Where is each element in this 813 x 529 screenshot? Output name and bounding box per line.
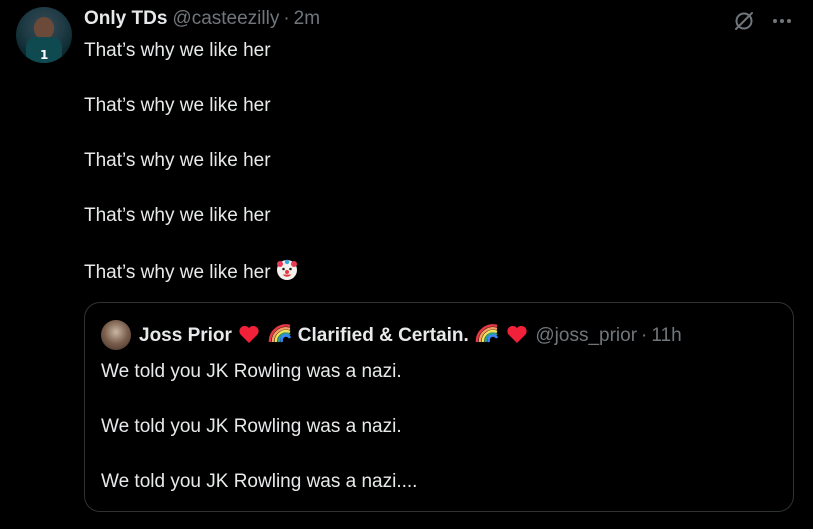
clown-face-emoji [275,258,299,290]
quoted-tweet-header: Joss Prior Clarified & Certain. @joss_pr… [139,323,682,349]
quoted-author-name-part1: Joss Prior [139,325,232,346]
tweet-text-line: That’s why we like her [84,40,271,61]
quoted-text-line: We told you JK Rowling was a nazi. [101,416,402,437]
avatar-head [34,17,54,39]
quoted-text-line: We told you JK Rowling was a nazi. [101,361,402,382]
header-separator: · [283,8,290,29]
tweet-text-line: That’s why we like her [84,150,271,171]
tweet[interactable]: 1 Only TDs @casteezilly · 2m That’s why … [0,0,813,529]
quoted-author-name-part2: Clarified & Certain. [297,325,469,346]
quoted-tweet-body: We told you JK Rowling was a nazi. We to… [101,359,771,524]
quoted-header-separator: · [641,325,648,346]
tweet-top-actions [731,8,795,34]
author-avatar[interactable]: 1 [16,7,72,63]
quoted-timestamp[interactable]: 11h [651,325,681,347]
tweet-timestamp[interactable]: 2m [294,8,320,30]
quoted-author-avatar[interactable] [101,320,131,350]
tweet-text-line: That’s why we like her [84,205,271,226]
avatar-jersey-number: 1 [40,48,49,62]
author-name[interactable]: Only TDs [84,8,167,30]
tweet-body: That’s why we like her That’s why we lik… [84,38,784,313]
rainbow-emoji [268,322,292,350]
red-heart-emoji [506,324,528,350]
red-heart-emoji [238,324,260,350]
quoted-text-line: We told you JK Rowling was a nazi.... [101,471,418,492]
quoted-author-handle[interactable]: @joss_prior [535,325,637,347]
tweet-text-line-last: That’s why we like her [84,258,784,284]
author-handle[interactable]: @casteezilly [172,8,279,30]
tweet-header: Only TDs @casteezilly · 2m [84,8,320,32]
quoted-author-name[interactable]: Joss Prior Clarified & Certain. [139,322,529,350]
more-options-icon[interactable] [769,8,795,34]
rainbow-emoji [475,322,499,350]
tweet-text-line: That’s why we like her [84,262,271,283]
quoted-tweet[interactable]: Joss Prior Clarified & Certain. @joss_pr… [84,302,794,512]
tweet-text-line: That’s why we like her [84,95,271,116]
grok-slash-icon[interactable] [731,8,757,34]
